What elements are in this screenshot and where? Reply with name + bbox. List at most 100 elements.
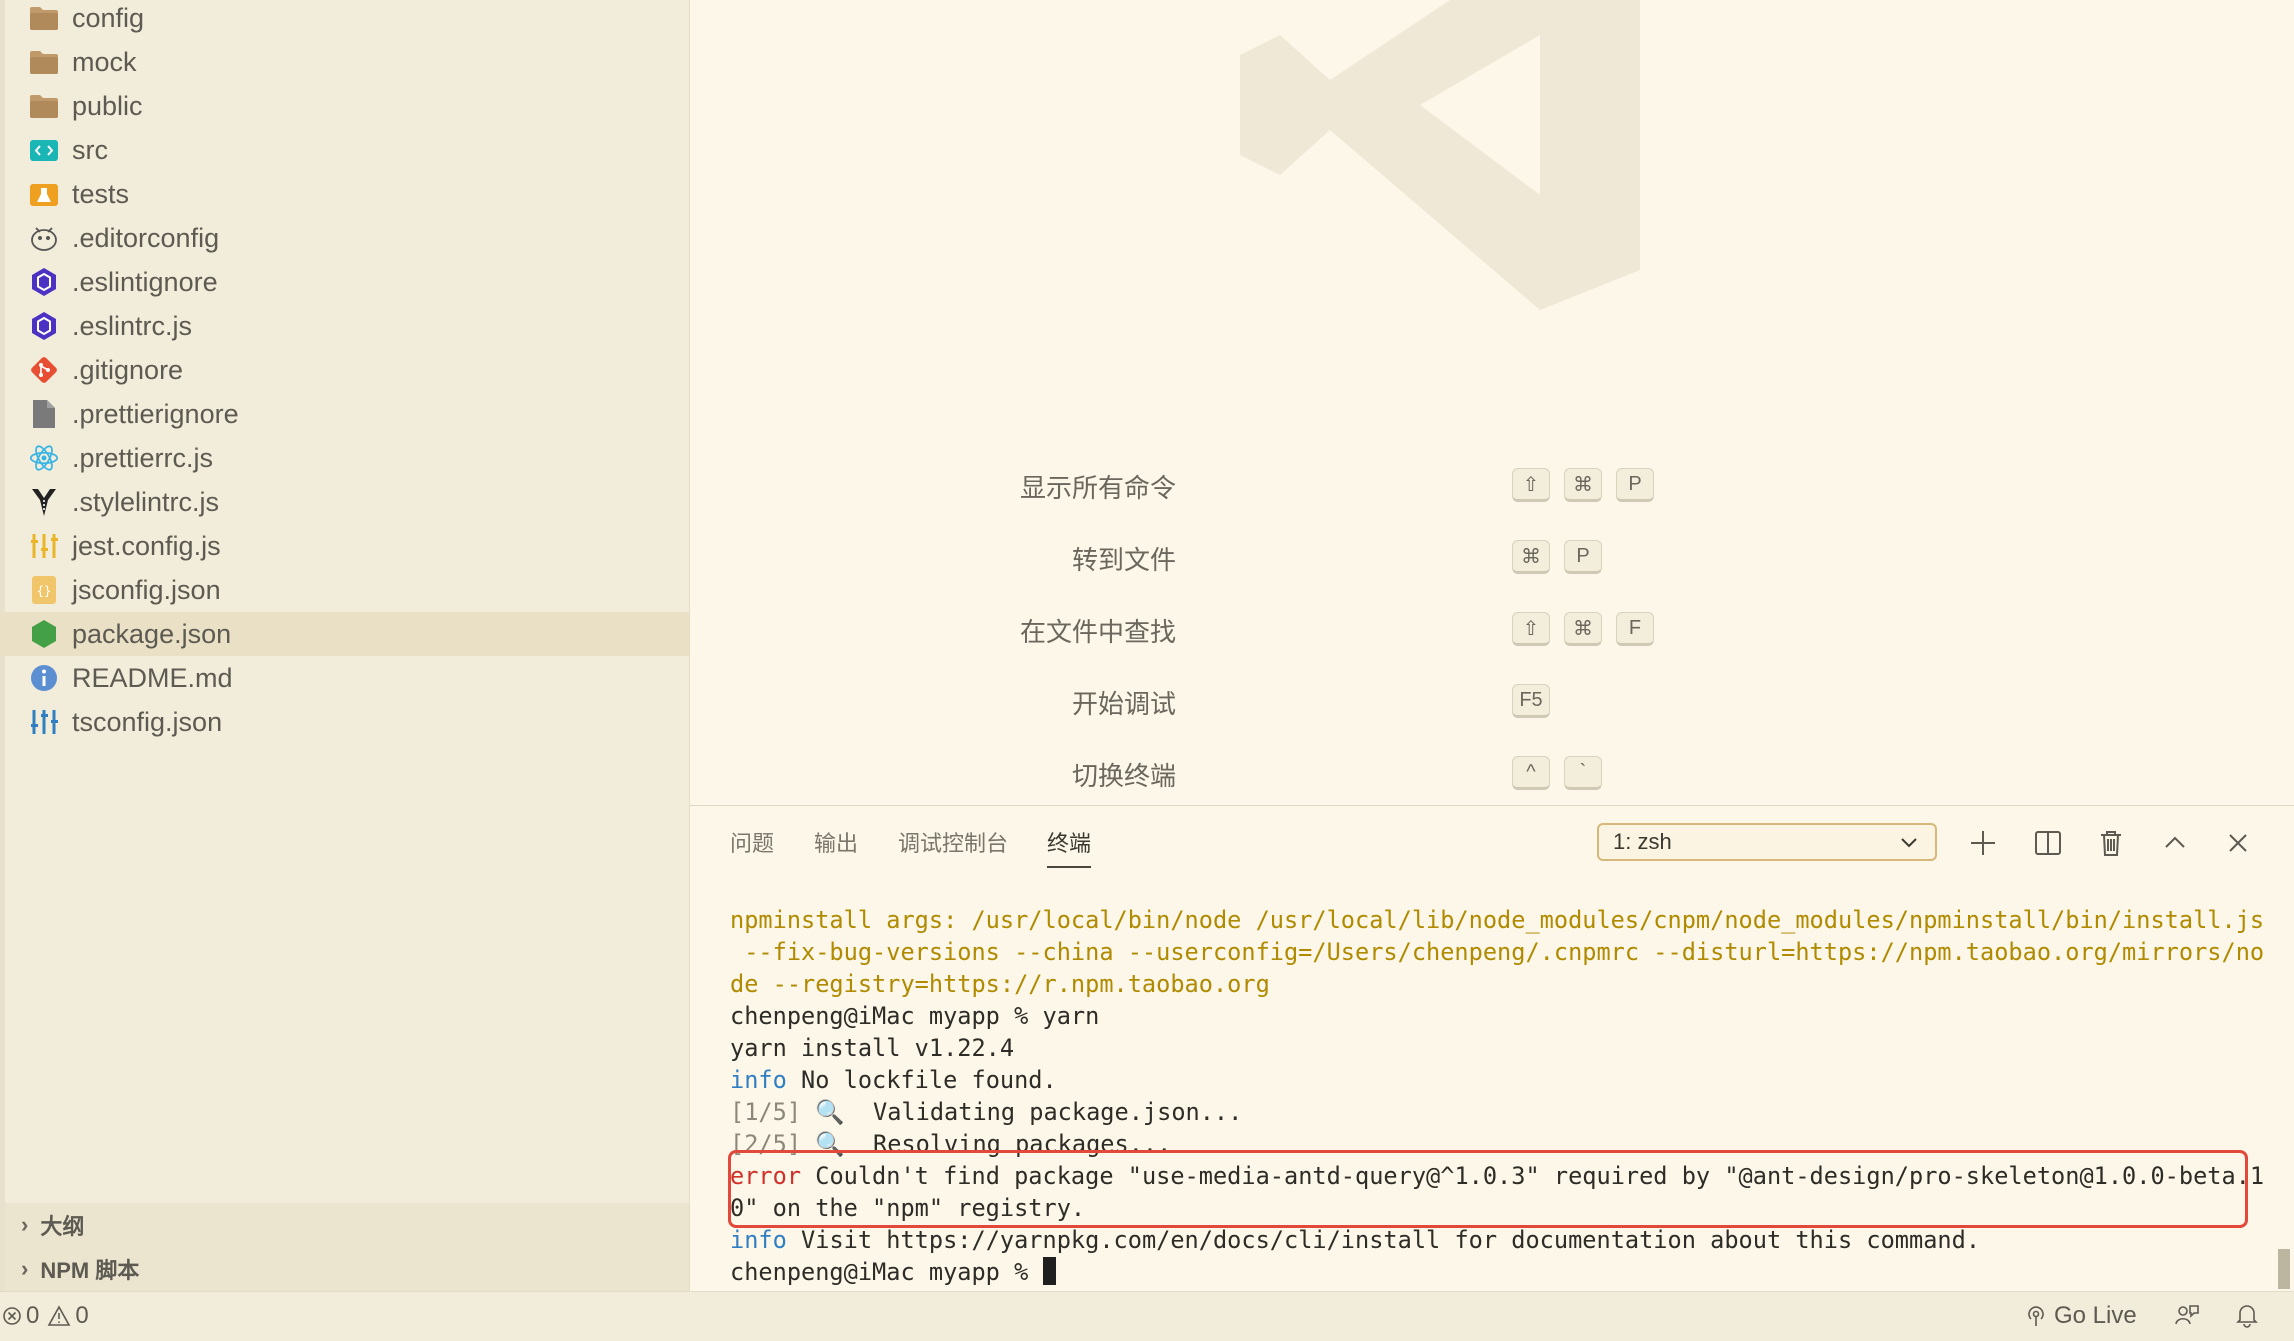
error-highlight-box bbox=[728, 1150, 2248, 1228]
file-label: public bbox=[72, 90, 143, 121]
terminal-line: --fix-bug-versions --china --userconfig=… bbox=[730, 936, 2270, 968]
terminal-text: [1/5] bbox=[730, 1098, 802, 1126]
file-item[interactable]: .eslintignore bbox=[0, 260, 689, 304]
file-item[interactable]: .editorconfig bbox=[0, 216, 689, 260]
tab-debug-console[interactable]: 调试控制台 bbox=[898, 826, 1008, 858]
file-label: .eslintrc.js bbox=[72, 310, 193, 341]
file-item[interactable]: public bbox=[0, 84, 689, 128]
maximize-panel-button[interactable] bbox=[2157, 825, 2193, 861]
kill-terminal-button[interactable] bbox=[2093, 825, 2129, 861]
chevron-right-icon: › bbox=[21, 1212, 29, 1237]
eslint-icon bbox=[28, 266, 60, 298]
section-label: NPM 脚本 bbox=[40, 1258, 140, 1283]
git-icon bbox=[28, 354, 60, 386]
broadcast-icon bbox=[2028, 1306, 2044, 1326]
warning-count: 0 bbox=[75, 1302, 89, 1329]
key-cap: ⌘ bbox=[1564, 612, 1602, 646]
sidebar-section-header[interactable]: › NPM 脚本 bbox=[5, 1247, 689, 1291]
shortcut-entry[interactable]: 切换终端 ^ ` bbox=[690, 752, 2294, 796]
key-cap: P bbox=[1564, 540, 1602, 574]
file-item[interactable]: .eslintrc.js bbox=[0, 304, 689, 348]
file-item[interactable]: .stylelintrc.js bbox=[0, 480, 689, 524]
src-folder-icon bbox=[28, 134, 60, 166]
feedback-button[interactable] bbox=[2174, 1302, 2200, 1328]
shortcut-keys: F5 bbox=[1512, 684, 1564, 718]
key-cap: ⇧ bbox=[1512, 468, 1550, 502]
shortcut-keys: ⇧ ⌘ F bbox=[1512, 612, 1668, 646]
warning-icon bbox=[47, 1305, 71, 1326]
file-item[interactable]: config bbox=[0, 0, 689, 40]
shortcut-entry[interactable]: 显示所有命令 ⇧ ⌘ P bbox=[690, 464, 2294, 508]
shortcut-entry[interactable]: 转到文件 ⌘ P bbox=[690, 536, 2294, 580]
chevron-right-icon: › bbox=[21, 1256, 29, 1281]
svg-text:{}: {} bbox=[37, 584, 51, 598]
shortcut-label: 在文件中查找 bbox=[1019, 617, 1176, 647]
info-icon bbox=[28, 662, 60, 694]
shortcut-label: 转到文件 bbox=[1071, 545, 1176, 575]
tab-output[interactable]: 输出 bbox=[814, 826, 858, 858]
vscode-watermark-icon bbox=[1240, 0, 1640, 310]
editorconfig-icon bbox=[28, 222, 60, 254]
trash-icon bbox=[2101, 831, 2121, 856]
terminal-text: Visit https://yarnpkg.com/en/docs/cli/in… bbox=[786, 1226, 1981, 1254]
tab-terminal[interactable]: 终端 bbox=[1047, 826, 1091, 858]
split-terminal-button[interactable] bbox=[2030, 825, 2066, 861]
shortcut-keys: ^ ` bbox=[1512, 756, 1616, 790]
problems-status[interactable]: 0 0 bbox=[2, 1302, 89, 1330]
key-cap: ` bbox=[1564, 756, 1602, 790]
shortcut-entry[interactable]: 在文件中查找 ⇧ ⌘ F bbox=[690, 608, 2294, 652]
sidebar-sections: › 大纲 › NPM 脚本 bbox=[5, 1203, 689, 1291]
notifications-button[interactable] bbox=[2234, 1302, 2260, 1328]
file-label: tsconfig.json bbox=[72, 706, 223, 737]
terminal-text: chenpeng@iMac myapp % yarn bbox=[730, 1002, 1100, 1030]
chevron-down-icon bbox=[1901, 838, 1917, 848]
new-terminal-button[interactable] bbox=[1965, 825, 2001, 861]
folder-icon bbox=[28, 2, 60, 34]
terminal-scrollbar[interactable] bbox=[2278, 1249, 2290, 1289]
terminal-line: [1/5] 🔍 Validating package.json... bbox=[730, 1096, 2270, 1128]
key-cap: ⇧ bbox=[1512, 612, 1550, 646]
shortcut-label: 显示所有命令 bbox=[1019, 473, 1176, 503]
file-label: .editorconfig bbox=[72, 222, 220, 253]
file-label: .stylelintrc.js bbox=[72, 486, 220, 517]
file-item[interactable]: tests bbox=[0, 172, 689, 216]
terminal-text: npminstall args: /usr/local/bin/node /us… bbox=[730, 906, 2265, 934]
file-item[interactable]: tsconfig.json bbox=[0, 700, 689, 744]
file-item[interactable]: .prettierignore bbox=[0, 392, 689, 436]
go-live-label: Go Live bbox=[2054, 1302, 2137, 1329]
terminal-line: yarn install v1.22.4 bbox=[730, 1032, 2270, 1064]
json-icon: {} bbox=[28, 574, 60, 606]
folder-icon bbox=[28, 90, 60, 122]
terminal-output[interactable]: npminstall args: /usr/local/bin/node /us… bbox=[730, 904, 2270, 1288]
terminal-select[interactable]: 1: zsh bbox=[1597, 823, 1937, 861]
terminal-text: --fix-bug-versions --china --userconfig=… bbox=[730, 938, 2265, 966]
file-item[interactable]: mock bbox=[0, 40, 689, 84]
shortcut-keys: ⇧ ⌘ P bbox=[1512, 468, 1668, 502]
file-icon bbox=[28, 398, 60, 430]
file-label: tests bbox=[72, 178, 130, 209]
file-label: config bbox=[72, 2, 145, 33]
tab-problems[interactable]: 问题 bbox=[730, 826, 774, 858]
file-item[interactable]: package.json bbox=[0, 612, 689, 656]
terminal-text: yarn install v1.22.4 bbox=[730, 1034, 1015, 1062]
file-item[interactable]: .prettierrc.js bbox=[0, 436, 689, 480]
jest-icon bbox=[28, 530, 60, 562]
file-item[interactable]: README.md bbox=[0, 656, 689, 700]
shortcut-label: 切换终端 bbox=[1071, 761, 1176, 791]
terminal-line: chenpeng@iMac myapp % yarn bbox=[730, 1000, 2270, 1032]
shortcut-entry[interactable]: 开始调试 F5 bbox=[690, 680, 2294, 724]
error-count: 0 bbox=[26, 1302, 40, 1329]
section-label: 大纲 bbox=[40, 1214, 85, 1239]
file-item[interactable]: {} jsconfig.json bbox=[0, 568, 689, 612]
shortcut-label: 开始调试 bbox=[1071, 689, 1176, 719]
file-item[interactable]: jest.config.js bbox=[0, 524, 689, 568]
key-cap: P bbox=[1616, 468, 1654, 502]
key-cap: F bbox=[1616, 612, 1654, 646]
sidebar-section-header[interactable]: › 大纲 bbox=[5, 1203, 689, 1247]
terminal-line: info No lockfile found. bbox=[730, 1064, 2270, 1096]
go-live-button[interactable]: Go Live bbox=[2024, 1302, 2137, 1330]
file-label: jsconfig.json bbox=[72, 574, 221, 605]
close-panel-button[interactable] bbox=[2220, 825, 2256, 861]
file-item[interactable]: .gitignore bbox=[0, 348, 689, 392]
file-item[interactable]: src bbox=[0, 128, 689, 172]
